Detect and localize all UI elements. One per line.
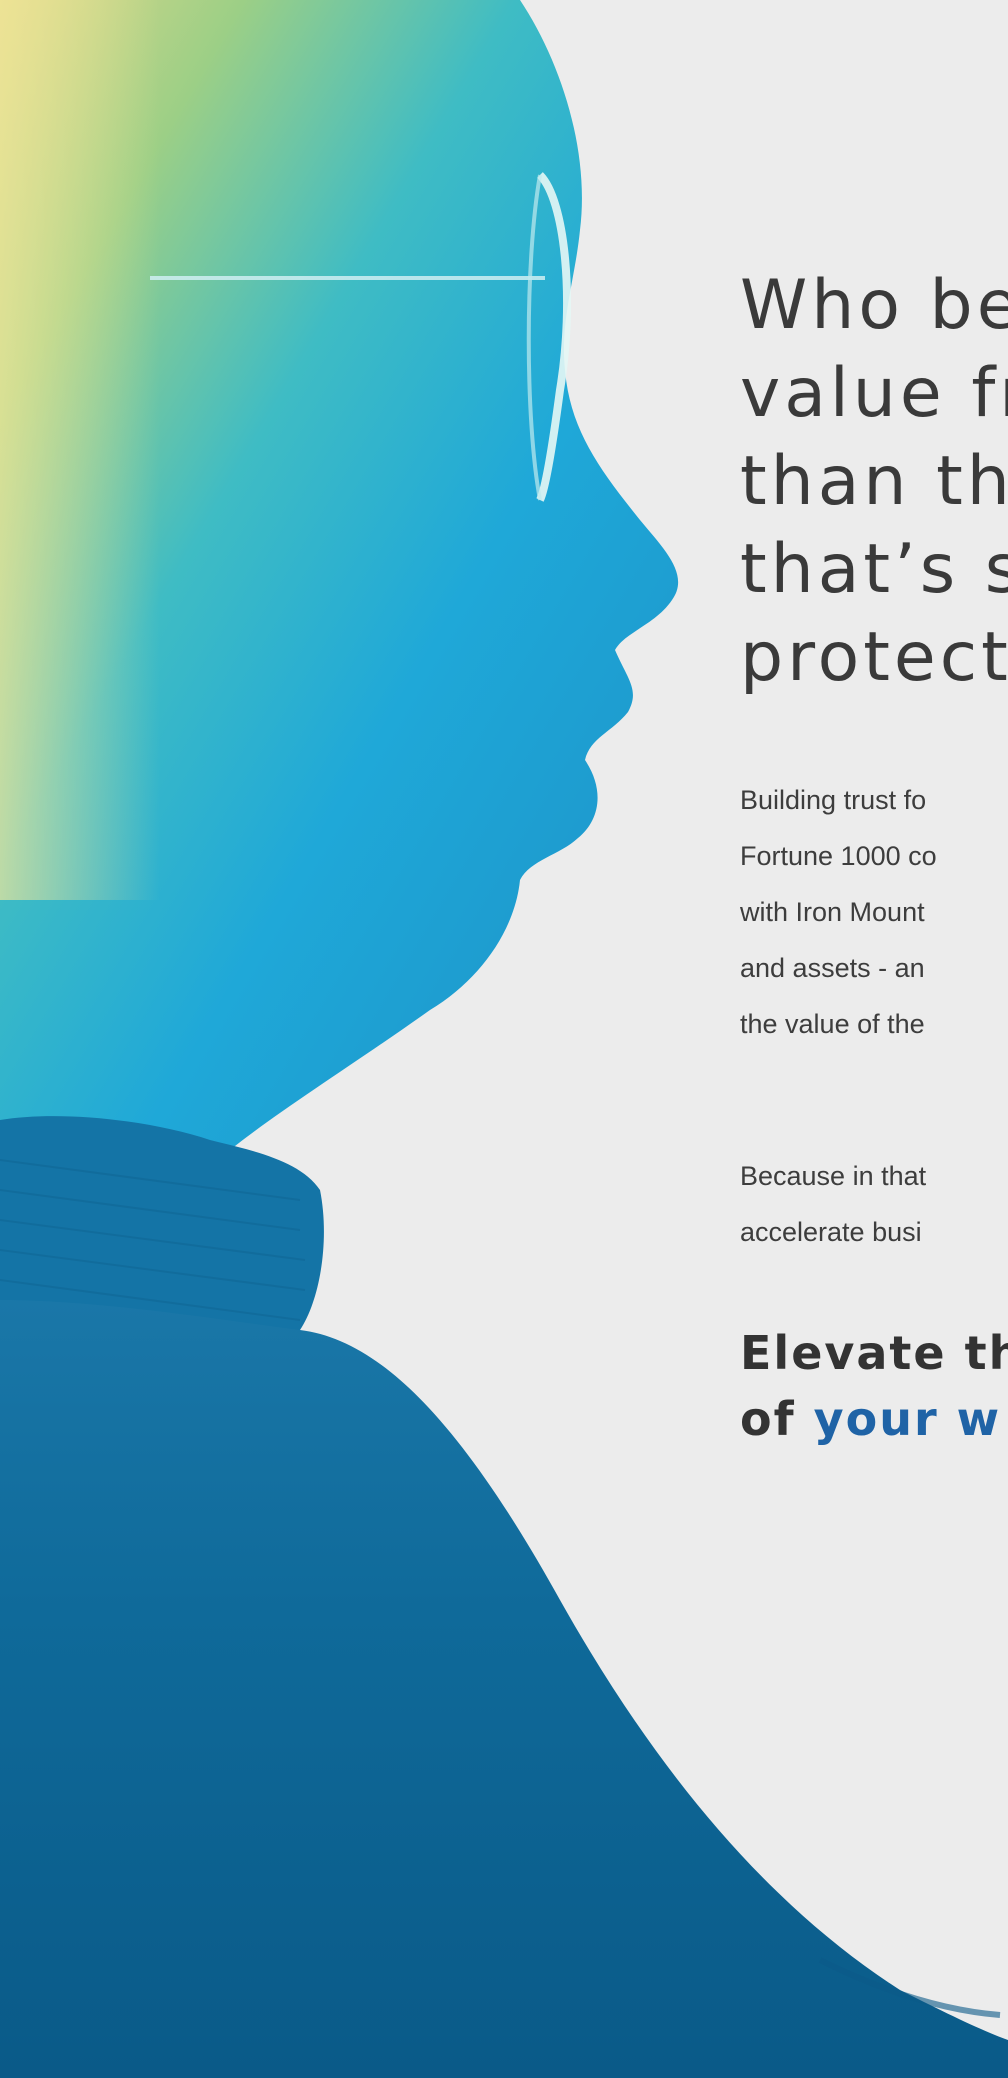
body-line: and assets - an: [740, 953, 925, 983]
headline-line: Who be: [740, 266, 1008, 345]
headline-line: value fr: [740, 354, 1008, 433]
body-line: Because in that: [740, 1161, 927, 1191]
body-paragraph-2: Because in that accelerate busi: [740, 1148, 926, 1260]
body-line: Building trust fo: [740, 785, 927, 815]
cta-line-2: of your w: [740, 1386, 1008, 1452]
call-to-action: Elevate th of your w: [740, 1320, 1008, 1452]
cta-accent: your w: [813, 1392, 1002, 1446]
headline-line: protect: [740, 618, 1008, 697]
body-paragraph-1: Building trust fo Fortune 1000 co with I…: [740, 772, 937, 1052]
cta-prefix: of: [740, 1392, 814, 1446]
body-line: the value of the: [740, 1009, 925, 1039]
body-line: accelerate busi: [740, 1217, 922, 1247]
body-line: Fortune 1000 co: [740, 841, 937, 871]
copy-column: Who be value fr than th that’s s protect…: [740, 0, 1008, 2078]
ad-page: Who be value fr than th that’s s protect…: [0, 0, 1008, 2078]
headline: Who be value fr than th that’s s protect: [740, 262, 1008, 702]
headline-line: that’s s: [740, 530, 1008, 609]
headline-line: than th: [740, 442, 1008, 521]
body-line: with Iron Mount: [740, 897, 925, 927]
cta-line-1: Elevate th: [740, 1326, 1008, 1380]
